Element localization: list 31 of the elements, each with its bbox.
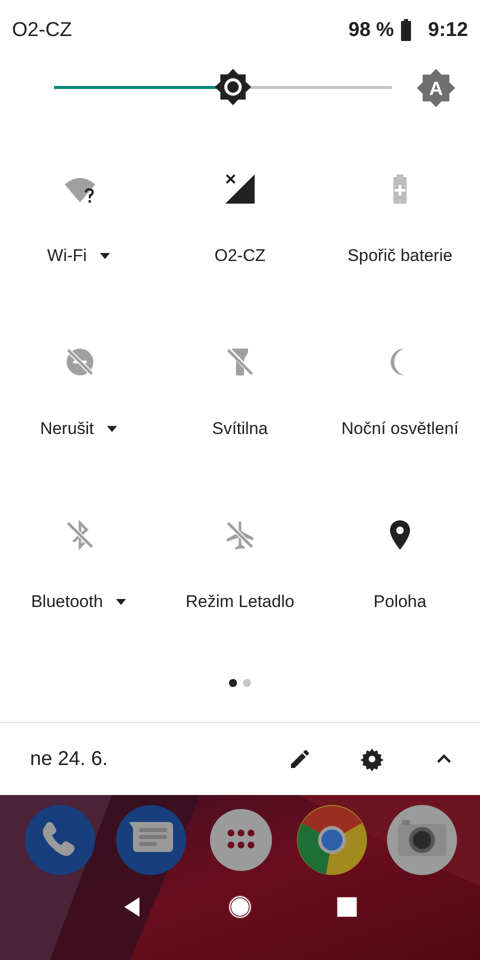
message-app-icon[interactable] xyxy=(114,804,186,876)
flashlight-icon[interactable] xyxy=(224,346,256,378)
tile-label[interactable]: Bluetooth xyxy=(31,592,103,612)
cellular-signal-icon[interactable] xyxy=(224,173,256,205)
date-text: ne 24. 6. xyxy=(30,748,109,770)
airplane-icon[interactable] xyxy=(224,519,256,551)
tile-label[interactable]: Poloha xyxy=(374,592,426,612)
tile-label[interactable]: Wi-Fi xyxy=(47,246,87,266)
clock-time: 9:12 xyxy=(428,18,468,42)
settings-icon xyxy=(360,747,384,771)
page-indicator-dot[interactable] xyxy=(243,679,251,687)
phone-app-icon[interactable] xyxy=(24,804,96,876)
battery-percent: 98 % xyxy=(348,18,394,42)
battery-icon xyxy=(400,19,412,41)
carrier-name: O2-CZ xyxy=(12,18,72,42)
tile-label[interactable]: Režim Letadlo xyxy=(186,592,294,612)
brightness-slider[interactable] xyxy=(54,68,392,108)
camera-app-icon[interactable] xyxy=(386,804,458,876)
home-button[interactable] xyxy=(226,894,253,920)
pencil-icon xyxy=(288,747,312,771)
tile-label[interactable]: Svítilna xyxy=(212,419,268,439)
auto-brightness-button[interactable]: A xyxy=(416,68,456,108)
brightness-thumb[interactable] xyxy=(214,68,252,106)
bluetooth-icon[interactable] xyxy=(64,519,96,551)
tile-label[interactable]: Nerušit xyxy=(40,419,94,439)
page-indicator-dot[interactable] xyxy=(229,679,237,687)
tile-label[interactable]: Noční osvětlení xyxy=(341,419,459,439)
tile-label[interactable]: O2-CZ xyxy=(214,246,266,266)
tile-label[interactable]: Spořič baterie xyxy=(348,246,452,266)
browser-app-icon[interactable] xyxy=(296,804,368,876)
do-not-disturb-icon[interactable] xyxy=(64,346,96,378)
